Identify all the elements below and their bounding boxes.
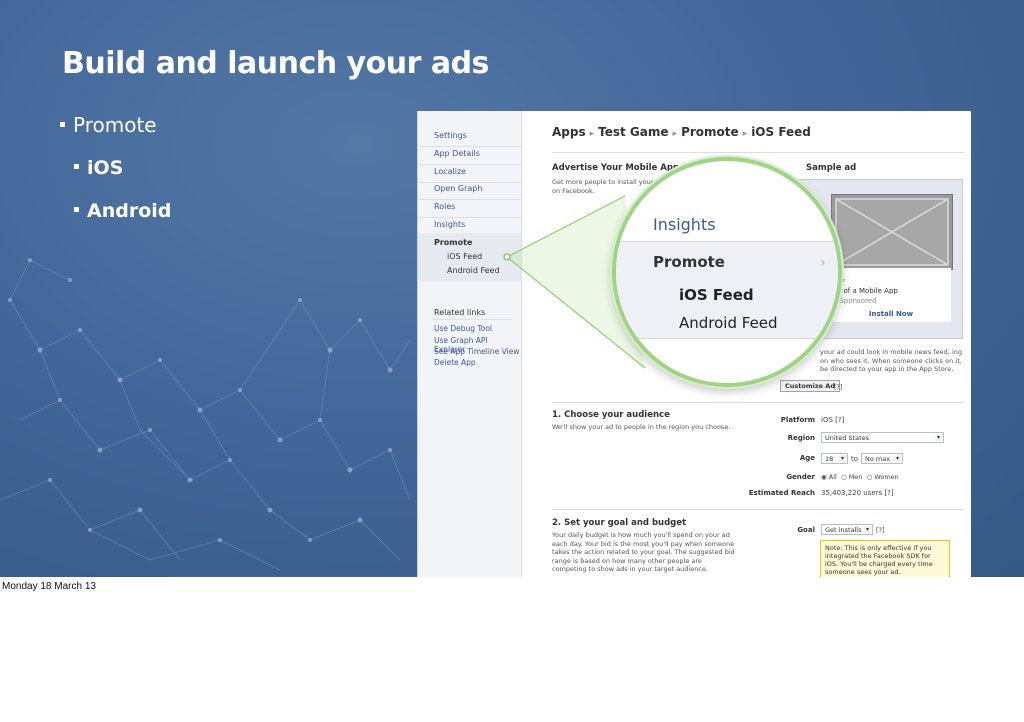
dropdown-arrow-icon: ▾ (894, 455, 901, 462)
sidebar-item-android-feed[interactable]: Android Feed (447, 266, 500, 275)
app-sidebar: Settings App Details Localize Open Graph… (418, 111, 522, 577)
bullet-promote: Promote (60, 113, 157, 137)
ad-caption: your ad could look in mobile news feed, … (820, 348, 962, 373)
breadcrumb-apps[interactable]: Apps (552, 125, 586, 139)
bullet-icon (74, 207, 79, 212)
dropdown-arrow-icon: ▾ (839, 455, 846, 462)
gender-options: ◉ All ○ Men ○ Women (821, 473, 899, 481)
goal-select[interactable]: Get installs ▾ (821, 524, 873, 535)
sdk-note: Note: This is only effective if you inte… (820, 540, 950, 577)
divider (418, 146, 521, 147)
age-label: Age (799, 454, 815, 462)
install-now-button[interactable]: Install Now (831, 310, 951, 318)
magnifier-lens: Insights Promote › iOS Feed Android Feed (612, 157, 842, 387)
bullet-icon (74, 164, 79, 169)
region-select[interactable]: United States ▾ (821, 432, 944, 443)
magnified-promote-group: Promote › iOS Feed Android Feed (616, 241, 838, 339)
bullet-text: Promote (73, 113, 157, 137)
estimated-reach-value: 35,403,220 users [?] (821, 489, 894, 497)
age-max-select[interactable]: No max ▾ (861, 453, 903, 464)
desc-line: Get more people to install your m (552, 178, 662, 186)
sidebar-item-app-details[interactable]: App Details (434, 149, 480, 158)
breadcrumb-ios-feed[interactable]: iOS Feed (751, 125, 811, 139)
radio-all[interactable]: ◉ All (821, 473, 837, 481)
link-debug-tool[interactable]: Use Debug Tool (434, 324, 492, 333)
related-links-heading: Related links (434, 308, 486, 317)
radio-label: Men (848, 473, 863, 481)
divider (418, 199, 521, 200)
advertise-heading: Advertise Your Mobile App (552, 163, 680, 173)
bullet-text: iOS (87, 157, 124, 179)
radio-label: All (828, 473, 837, 481)
goal-label: Goal (797, 526, 815, 534)
divider (418, 182, 521, 183)
ad-sponsored: · Sponsored (835, 297, 877, 305)
budget-description: Your daily budget is how much you'll spe… (552, 531, 735, 573)
goal-value: Get installs (825, 526, 862, 534)
slide-title: Build and launch your ads (62, 46, 489, 81)
divider (432, 319, 512, 320)
divider (552, 509, 964, 510)
divider (552, 152, 964, 153)
estimated-reach-label: Estimated Reach (748, 489, 815, 497)
gender-label: Gender (786, 473, 815, 481)
region-value: United States (825, 434, 870, 442)
link-app-timeline-view[interactable]: See App Timeline View (434, 347, 519, 356)
image-placeholder-icon (835, 198, 949, 266)
help-icon[interactable]: [?] (876, 526, 885, 534)
ad-subtitle: le of a Mobile App (835, 287, 898, 295)
divider (418, 164, 521, 165)
sidebar-item-settings[interactable]: Settings (434, 131, 467, 140)
divider (418, 217, 521, 218)
chevron-right-icon: ▸ (589, 129, 595, 139)
breadcrumb: Apps ▸ Test Game ▸ Promote ▸ iOS Feed (552, 125, 811, 139)
desc-line: on Facebook. (552, 186, 595, 195)
age-min-select[interactable]: 18 ▾ (821, 453, 848, 464)
sidebar-item-open-graph[interactable]: Open Graph (434, 184, 482, 193)
help-icon[interactable]: [?] (834, 383, 843, 391)
sidebar-item-promote[interactable]: Promote (434, 238, 472, 247)
ad-image-placeholder (831, 194, 953, 270)
age-min-value: 18 (825, 455, 834, 463)
bullet-icon (60, 122, 65, 127)
age-max-value: No max (865, 455, 891, 463)
bullet-ios: iOS (74, 157, 123, 179)
dropdown-arrow-icon: ▾ (864, 526, 871, 533)
slide-footer-date: Monday 18 March 13 (2, 581, 96, 592)
divider (552, 402, 964, 403)
sidebar-item-roles[interactable]: Roles (434, 202, 455, 211)
audience-description: We'll show your ad to people in the regi… (552, 423, 731, 431)
magnified-insights: Insights (653, 215, 716, 234)
region-label: Region (787, 434, 815, 442)
slide-background: Build and launch your ads Promote iOS An… (0, 0, 1024, 577)
radio-women[interactable]: ○ Women (867, 473, 899, 481)
magnified-android-feed: Android Feed (679, 314, 778, 332)
platform-label: Platform (780, 416, 815, 424)
sidebar-item-insights[interactable]: Insights (434, 220, 465, 229)
sidebar-item-localize[interactable]: Localize (434, 167, 466, 176)
audience-heading: 1. Choose your audience (552, 410, 670, 420)
customize-ad-button[interactable]: Customize Ad (780, 380, 840, 392)
age-to-label: to (851, 455, 859, 463)
breadcrumb-test-game[interactable]: Test Game (598, 125, 668, 139)
magnified-ios-feed: iOS Feed (679, 286, 754, 304)
bullet-text: Android (87, 200, 172, 222)
sample-ad-heading: Sample ad (806, 163, 857, 173)
magnified-promote: Promote (653, 253, 725, 271)
chevron-right-icon: ▸ (672, 129, 678, 139)
budget-heading: 2. Set your goal and budget (552, 518, 687, 528)
breadcrumb-promote[interactable]: Promote (681, 125, 739, 139)
radio-label: Women (874, 473, 899, 481)
bullet-android: Android (74, 200, 171, 222)
sidebar-item-ios-feed[interactable]: iOS Feed (447, 252, 482, 261)
link-delete-app[interactable]: Delete App (434, 358, 476, 367)
chevron-right-icon: › (820, 255, 826, 271)
chevron-right-icon: ▸ (742, 129, 748, 139)
dropdown-arrow-icon: ▾ (935, 434, 942, 441)
platform-value: iOS [?] (821, 416, 845, 424)
radio-men[interactable]: ○ Men (841, 473, 862, 481)
